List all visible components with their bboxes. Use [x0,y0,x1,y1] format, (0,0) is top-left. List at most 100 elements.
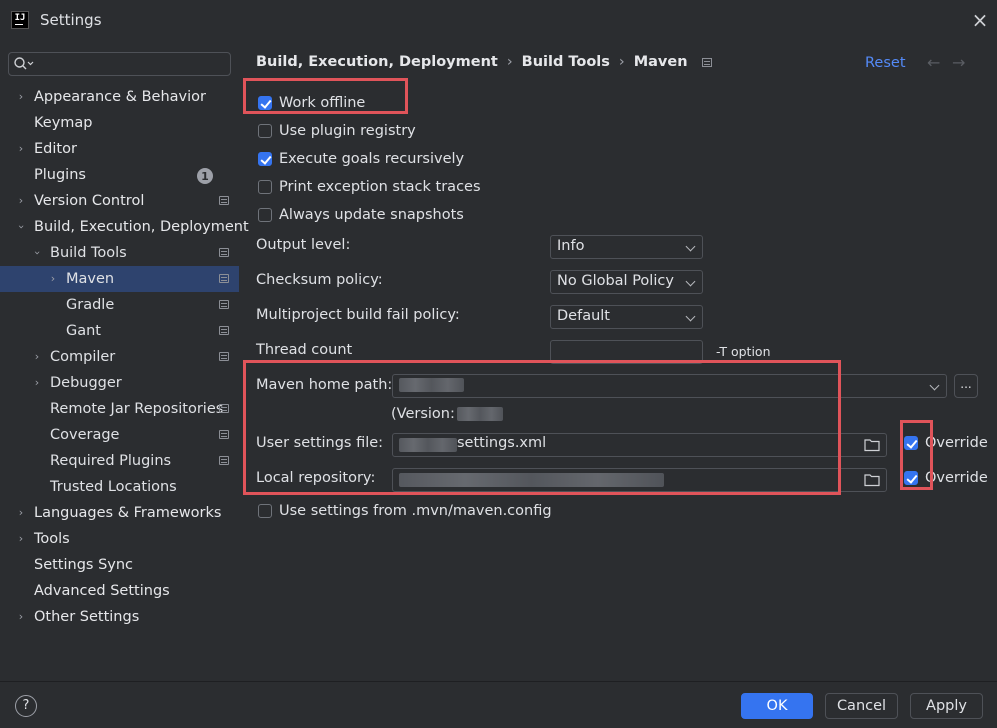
intellij-logo-icon: IJ [11,11,29,29]
sidebar-item-editor[interactable]: › Editor [0,136,239,162]
chevron-right-icon[interactable]: › [31,377,43,389]
select-value: Default [557,308,610,324]
user-settings-input[interactable]: settings.xml [392,433,887,457]
dialog-footer: ? OK Cancel Apply [0,681,997,728]
project-settings-icon [219,326,229,335]
sidebar-item-gradle[interactable]: Gradle [0,292,239,318]
project-settings-icon [219,404,229,413]
sidebar-item-build-tools[interactable]: › Build Tools [0,240,239,266]
thread-count-label: Thread count [256,342,353,358]
checkbox-unchecked-icon[interactable] [258,180,272,194]
sidebar-item-label: Debugger [50,375,122,391]
sidebar-item-other-settings[interactable]: › Other Settings [0,604,239,630]
sidebar-item-settings-sync[interactable]: Settings Sync [0,552,239,578]
use-mvn-config-checkbox[interactable]: Use settings from .mvn/maven.config [258,501,552,521]
chevron-down-icon [929,380,940,391]
sidebar-item-build-execution-deployment[interactable]: › Build, Execution, Deployment [0,214,249,240]
chevron-down-icon [685,311,696,322]
execute-goals-recursively-checkbox[interactable]: Execute goals recursively [258,149,464,169]
forward-arrow-icon[interactable]: → [952,53,965,72]
breadcrumb-build-tools[interactable]: Build Tools [522,54,610,70]
always-update-snapshots-checkbox[interactable]: Always update snapshots [258,205,464,225]
local-repository-override-checkbox[interactable]: Override [904,468,988,488]
thread-count-input[interactable] [550,340,703,364]
checkbox-label: Override [925,470,988,486]
work-offline-checkbox[interactable]: Work offline [258,93,365,113]
checksum-policy-select[interactable]: No Global Policy [550,270,703,294]
sidebar-item-tools[interactable]: › Tools [0,526,239,552]
back-arrow-icon[interactable]: ← [927,53,940,72]
sidebar-item-label: Build, Execution, Deployment [34,219,249,235]
chevron-right-icon[interactable]: › [31,351,43,363]
reset-link[interactable]: Reset [865,55,906,71]
sidebar-item-trusted-locations[interactable]: Trusted Locations [0,474,239,500]
sidebar-item-required-plugins[interactable]: Required Plugins [0,448,239,474]
sidebar-item-label: Other Settings [34,609,140,625]
checkbox-checked-icon[interactable] [904,436,918,450]
checkbox-label: Use settings from .mvn/maven.config [279,503,552,519]
checksum-policy-label: Checksum policy: [256,272,383,288]
search-icon [14,57,34,70]
apply-button[interactable]: Apply [910,693,983,719]
ok-button[interactable]: OK [741,693,813,719]
redacted-text [399,473,664,487]
sidebar-item-label: Editor [34,141,77,157]
search-box[interactable] [8,52,231,76]
close-icon[interactable]: × [970,10,990,30]
chevron-right-icon[interactable]: › [15,195,27,207]
chevron-right-icon[interactable]: › [15,91,27,103]
multiproject-fail-policy-select[interactable]: Default [550,305,703,329]
thread-count-hint: -T option [716,344,771,359]
version-prefix: (Version: [391,406,455,422]
checkbox-checked-icon[interactable] [258,96,272,110]
redacted-text [399,438,457,452]
checkbox-unchecked-icon[interactable] [258,504,272,518]
sidebar-item-debugger[interactable]: › Debugger [0,370,239,396]
help-icon[interactable]: ? [15,695,37,717]
chevron-right-icon[interactable]: › [15,611,27,623]
folder-icon[interactable] [864,473,880,487]
sidebar-item-plugins[interactable]: Plugins 1 [0,162,239,188]
sidebar-item-advanced-settings[interactable]: Advanced Settings [0,578,239,604]
project-settings-icon [219,196,229,205]
sidebar-item-keymap[interactable]: Keymap [0,110,239,136]
sidebar-item-label: Coverage [50,427,120,443]
sidebar-item-gant[interactable]: Gant [0,318,239,344]
sidebar-item-remote-jar-repositories[interactable]: Remote Jar Repositories [0,396,239,422]
folder-icon[interactable] [864,438,880,452]
sidebar-item-maven[interactable]: › Maven [0,266,239,292]
project-settings-icon [219,352,229,361]
checkbox-unchecked-icon[interactable] [258,124,272,138]
sidebar-item-appearance-behavior[interactable]: › Appearance & Behavior [0,84,239,110]
breadcrumb-build-execution-deployment[interactable]: Build, Execution, Deployment [256,54,498,70]
sidebar-item-label: Compiler [50,349,116,365]
breadcrumb-separator: › [506,54,513,70]
chevron-right-icon[interactable]: › [15,143,27,155]
checkbox-checked-icon[interactable] [258,152,272,166]
maven-home-combo[interactable] [392,374,947,398]
use-plugin-registry-checkbox[interactable]: Use plugin registry [258,121,416,141]
chevron-down-icon[interactable]: › [31,247,44,259]
sidebar-item-compiler[interactable]: › Compiler [0,344,239,370]
update-count-badge: 1 [197,168,213,184]
checkbox-checked-icon[interactable] [904,471,918,485]
chevron-right-icon[interactable]: › [15,533,27,545]
sidebar-item-label: Appearance & Behavior [34,89,206,105]
user-settings-override-checkbox[interactable]: Override [904,433,988,453]
search-input[interactable] [39,55,224,73]
sidebar-item-version-control[interactable]: › Version Control [0,188,239,214]
sidebar-item-languages-frameworks[interactable]: › Languages & Frameworks [0,500,239,526]
local-repository-input[interactable] [392,468,887,492]
browse-maven-home-button[interactable]: ... [954,374,978,398]
cancel-button[interactable]: Cancel [825,693,898,719]
sidebar-item-label: Maven [66,271,115,287]
chevron-down-icon[interactable]: › [15,221,28,233]
checkbox-unchecked-icon[interactable] [258,208,272,222]
sidebar-item-coverage[interactable]: Coverage [0,422,239,448]
select-value: No Global Policy [557,273,674,289]
chevron-right-icon[interactable]: › [47,273,59,285]
print-exception-stack-traces-checkbox[interactable]: Print exception stack traces [258,177,481,197]
output-level-select[interactable]: Info [550,235,703,259]
chevron-right-icon[interactable]: › [15,507,27,519]
breadcrumb-maven: Maven [633,54,688,70]
